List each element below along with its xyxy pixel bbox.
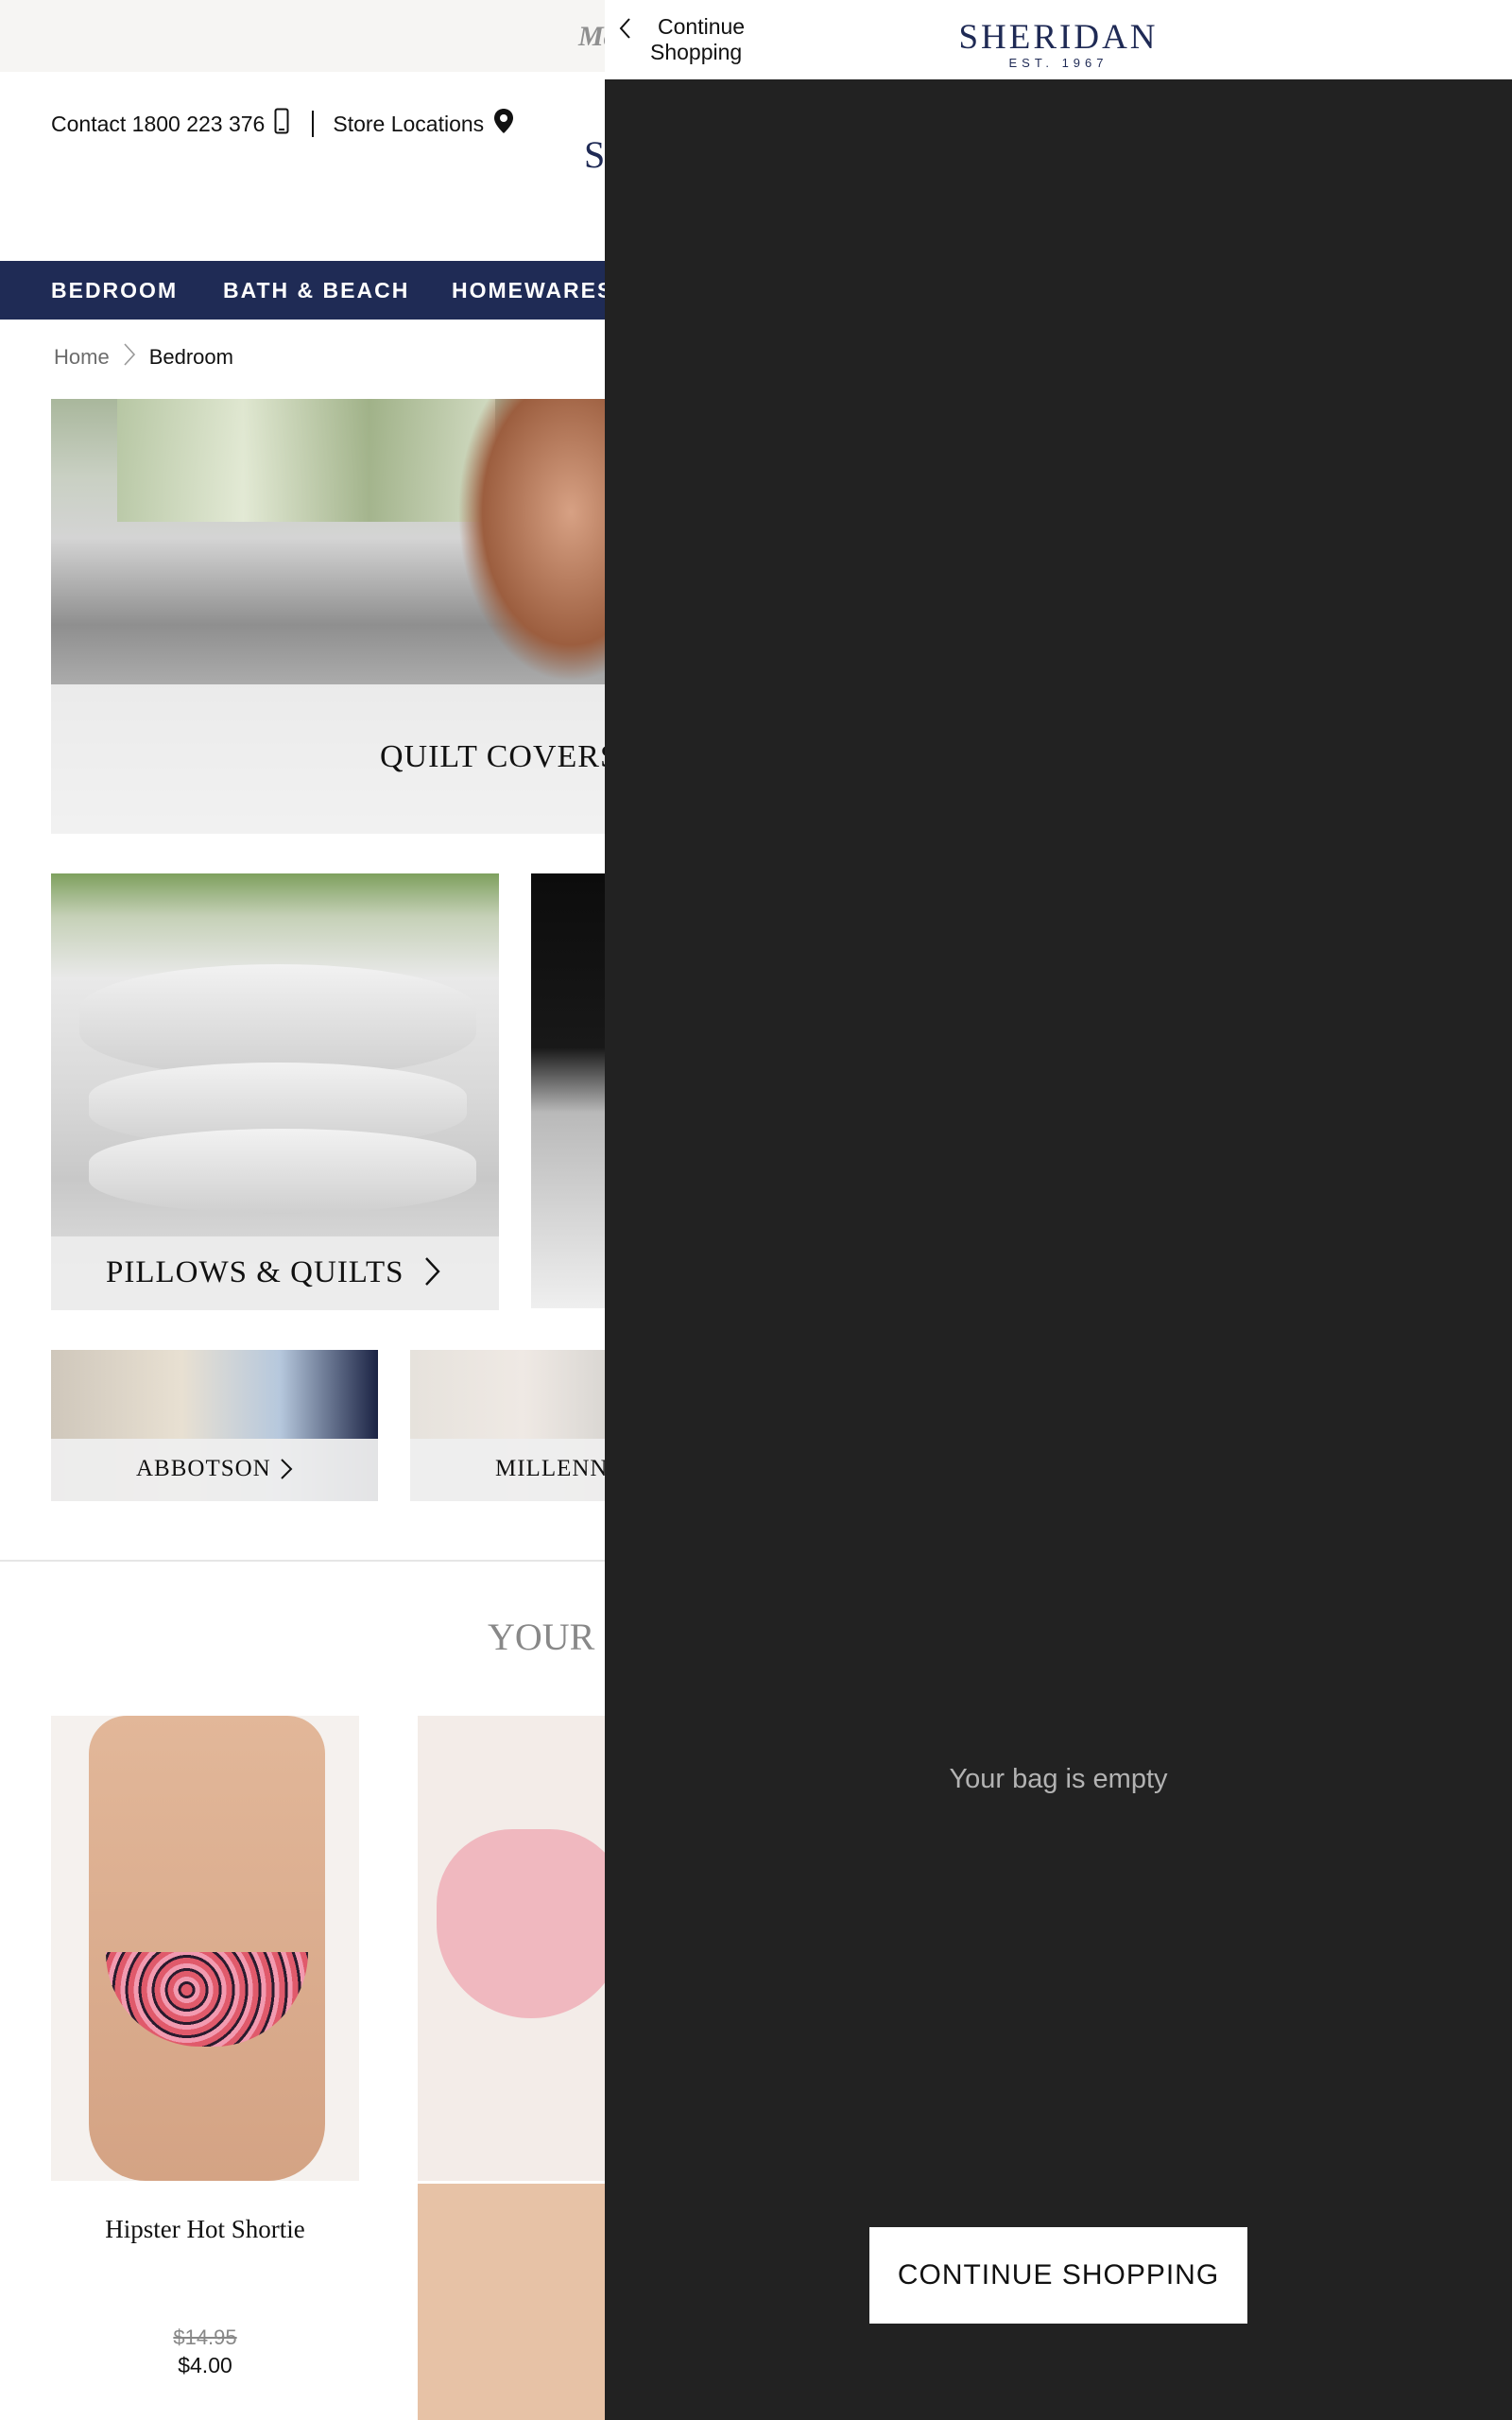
map-pin-icon (493, 108, 514, 140)
product-image[interactable] (418, 1716, 607, 2181)
abbotson-tile[interactable]: ABBOTSON (51, 1350, 378, 1501)
chevron-left-icon (618, 17, 631, 44)
nav-item-bedroom[interactable]: BEDROOM (51, 278, 178, 303)
product-image[interactable] (51, 1716, 359, 2181)
model-image (89, 1716, 325, 2181)
empty-bag-message: Your bag is empty (949, 1764, 1168, 1794)
cart-drawer: Continue Shopping SHERIDAN EST. 1967 You… (605, 0, 1512, 2420)
pillow-image (79, 964, 476, 1078)
contact-link[interactable]: Contact 1800 223 376 (51, 112, 265, 137)
nav-item-bath-beach[interactable]: BATH & BEACH (223, 278, 409, 303)
breadcrumb-home[interactable]: Home (54, 345, 110, 370)
back-label-line1: Continue (658, 14, 746, 39)
chevron-right-icon (280, 1458, 293, 1485)
sheridan-logo[interactable]: SHERIDAN EST. 1967 (945, 18, 1172, 70)
brand-est: EST. 1967 (1008, 56, 1108, 70)
bra-image (437, 1829, 607, 2018)
site-logo-partial[interactable]: S (584, 132, 605, 177)
chevron-right-icon (123, 342, 136, 372)
product-image[interactable] (418, 2184, 607, 2420)
millennium-label: MILLENN (495, 1456, 609, 1481)
product-old-price: $14.95 (173, 2325, 237, 2349)
continue-shopping-button[interactable]: CONTINUE SHOPPING (869, 2227, 1247, 2324)
breadcrumb-current: Bedroom (148, 345, 233, 369)
product-price: $4.00 (178, 2353, 232, 2377)
abbotson-label: ABBOTSON (136, 1456, 271, 1481)
pillows-quilts-label: PILLOWS & QUILTS (106, 1255, 404, 1289)
quilt-image-2 (89, 1129, 476, 1214)
chevron-right-icon (423, 1255, 442, 1292)
pillows-quilts-tile[interactable]: PILLOWS & QUILTS (51, 873, 499, 1310)
drawer-header: Continue Shopping SHERIDAN EST. 1967 (605, 0, 1512, 79)
back-label-line2: Shopping (650, 40, 743, 64)
utility-row: Contact 1800 223 376 Store Locations (51, 108, 514, 140)
brand-name: SHERIDAN (958, 18, 1159, 57)
nav-item-homewares[interactable]: HOMEWARES (452, 278, 613, 303)
utility-separator (312, 111, 315, 137)
continue-shopping-back-button[interactable]: Continue Shopping (618, 11, 750, 70)
hero-window-image (117, 399, 495, 522)
quilt-covers-label: QUILT COVERS (380, 739, 619, 774)
store-locations-link[interactable]: Store Locations (333, 112, 484, 137)
breadcrumb: Home Bedroom (54, 342, 233, 372)
mobile-phone-icon (274, 108, 289, 140)
product-name[interactable]: Hipster Hot Shortie (51, 2215, 359, 2244)
